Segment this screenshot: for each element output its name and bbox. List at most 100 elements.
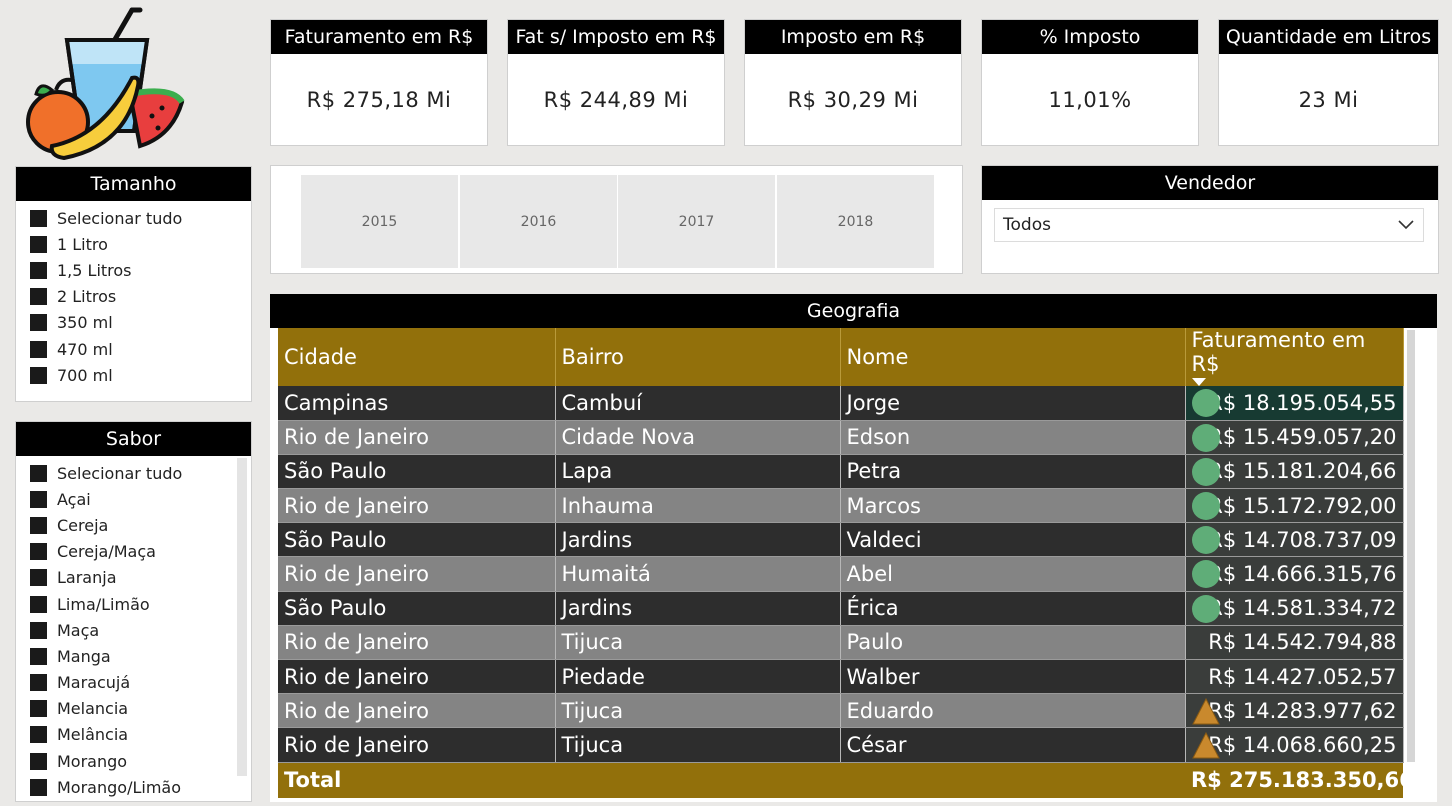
checkbox-icon[interactable] — [30, 261, 47, 279]
cell-bairro: Lapa — [555, 454, 841, 490]
vendedor-slicer: Vendedor Todos — [981, 165, 1439, 274]
tamanho-slicer: Tamanho Selecionar tudo 1 Litro 1,5 Litr… — [15, 166, 252, 402]
checkbox-icon[interactable] — [30, 778, 47, 796]
kpi-value: R$ 244,89 Mi — [543, 88, 689, 112]
table-row[interactable]: Rio de Janeiro Piedade Walber R$ 14.427.052… — [278, 659, 1404, 695]
cell-bairro: Jardins — [555, 591, 841, 626]
checkbox-icon[interactable] — [30, 516, 47, 534]
checkbox-icon[interactable] — [30, 752, 47, 770]
slicer-item-selecionar-tudo[interactable]: Selecionar tudo — [30, 205, 251, 231]
checkbox-icon[interactable] — [30, 569, 47, 587]
cell-nome: Jorge — [840, 386, 1186, 421]
column-header-nome[interactable]: Nome — [840, 328, 1186, 386]
cell-cidade: Rio de Janeiro — [278, 556, 556, 592]
checkbox-icon[interactable] — [30, 314, 47, 332]
table-row[interactable]: Rio de Janeiro Tijuca Eduardo R$ 14.283.977… — [278, 693, 1404, 729]
slicer-item-lima-limao[interactable]: Lima/Limão — [30, 591, 251, 617]
year-tile-2017[interactable]: 2017 — [618, 175, 775, 268]
slicer-item-selecionar-tudo[interactable]: Selecionar tudo — [30, 460, 251, 486]
sabor-scrollbar[interactable] — [237, 458, 247, 776]
status-circle-icon — [1191, 526, 1220, 555]
slicer-item-melancia[interactable]: Melancia — [30, 696, 251, 722]
checkbox-icon[interactable] — [30, 366, 47, 384]
kpi-value: 11,01% — [1048, 88, 1132, 112]
table-row[interactable]: Campinas Cambuí Jorge R$ 18.195.054,55 — [278, 386, 1404, 421]
column-header-bairro[interactable]: Bairro — [555, 328, 841, 386]
slicer-item-maracuja[interactable]: Maracujá — [30, 670, 251, 696]
slicer-item-manga[interactable]: Manga — [30, 643, 251, 669]
cell-bairro: Cambuí — [555, 386, 841, 421]
checkbox-icon[interactable] — [30, 209, 47, 227]
checkbox-icon[interactable] — [30, 340, 47, 358]
slicer-item-350-ml[interactable]: 350 ml — [30, 310, 251, 336]
slicer-item-morango-limao[interactable]: Morango/Limão — [30, 774, 251, 800]
cell-bairro: Tijuca — [555, 625, 841, 661]
checkbox-icon[interactable] — [30, 700, 47, 718]
checkbox-icon[interactable] — [30, 595, 47, 613]
cell-cidade: Rio de Janeiro — [278, 488, 556, 524]
kpi-faturamento-card: Faturamento em R$ R$ 275,18 Mi — [270, 19, 488, 146]
table-row[interactable]: São Paulo Jardins Érica R$ 14.581.334,72 — [278, 591, 1404, 626]
kpi-imposto-card: Imposto em R$ R$ 30,29 Mi — [744, 19, 962, 146]
faturamento-value: R$ 15.172.792,00 — [1208, 493, 1397, 518]
slicer-item-700-ml[interactable]: 700 ml — [30, 362, 251, 388]
sort-descending-icon[interactable] — [1191, 378, 1206, 386]
slicer-item-acai[interactable]: Açai — [30, 486, 251, 512]
slicer-item-cereja-maca[interactable]: Cereja/Maça — [30, 539, 251, 565]
chevron-down-icon — [1398, 220, 1414, 230]
checkbox-icon[interactable] — [30, 621, 47, 639]
checkbox-icon[interactable] — [30, 726, 47, 744]
checkbox-icon[interactable] — [30, 235, 47, 253]
cell-nome: Valdeci — [840, 522, 1186, 558]
cell-cidade: São Paulo — [278, 522, 556, 558]
cell-faturamento: R$ 15.181.204,66 — [1185, 454, 1404, 490]
slicer-item-1-5-litros[interactable]: 1,5 Litros — [30, 257, 251, 283]
checkbox-icon[interactable] — [30, 543, 47, 561]
table-total-row: Total R$ 275.183.350,66 — [278, 762, 1403, 799]
sabor-slicer: Sabor Selecionar tudo Açai Cereja Cereja… — [15, 421, 252, 802]
slicer-item-2-litros[interactable]: 2 Litros — [30, 284, 251, 310]
year-tile-2016[interactable]: 2016 — [460, 175, 617, 268]
column-header-cidade[interactable]: Cidade — [278, 328, 556, 386]
table-row[interactable]: Rio de Janeiro Humaitá Abel R$ 14.666.315,7… — [278, 556, 1404, 592]
total-value: R$ 275.183.350,66 — [1185, 762, 1403, 799]
table-row[interactable]: São Paulo Jardins Valdeci R$ 14.708.737,09 — [278, 522, 1404, 558]
slicer-item-maca[interactable]: Maça — [30, 617, 251, 643]
faturamento-value: R$ 14.708.737,09 — [1208, 527, 1397, 552]
column-header-faturamento[interactable]: Faturamento em R$ — [1185, 328, 1404, 386]
table-scrollbar[interactable] — [1407, 330, 1415, 762]
checkbox-icon[interactable] — [30, 490, 47, 508]
kpi-title: % Imposto — [982, 20, 1198, 54]
table-row[interactable]: Rio de Janeiro Inhauma Marcos R$ 15.172.792… — [278, 488, 1404, 524]
year-tile-2018[interactable]: 2018 — [777, 175, 934, 268]
vendedor-dropdown[interactable]: Todos — [994, 208, 1424, 242]
checkbox-icon[interactable] — [30, 288, 47, 306]
cell-nome: Eduardo — [840, 693, 1186, 729]
slicer-item-cereja[interactable]: Cereja — [30, 512, 251, 538]
cell-cidade: Rio de Janeiro — [278, 420, 556, 455]
cell-faturamento: R$ 18.195.054,55 — [1185, 386, 1404, 421]
checkbox-icon[interactable] — [30, 464, 47, 482]
status-circle-icon — [1191, 423, 1220, 452]
slicer-item-melancia-2[interactable]: Melância — [30, 722, 251, 748]
table-row[interactable]: São Paulo Lapa Petra R$ 15.181.204,66 — [278, 454, 1404, 490]
table-row[interactable]: Rio de Janeiro Tijuca Paulo R$ 14.542.794,8… — [278, 625, 1404, 661]
geografia-table-container: Cidade Bairro Nome Faturamento em R$ Cam… — [270, 328, 1437, 802]
cell-nome: Walber — [840, 659, 1186, 695]
checkbox-icon[interactable] — [30, 674, 47, 692]
year-tile-2015[interactable]: 2015 — [301, 175, 458, 268]
faturamento-value: R$ 14.068.660,25 — [1208, 732, 1397, 757]
slicer-item-laranja[interactable]: Laranja — [30, 565, 251, 591]
faturamento-value: R$ 14.666.315,76 — [1208, 562, 1397, 587]
table-row[interactable]: Rio de Janeiro Tijuca César R$ 14.068.660,2… — [278, 727, 1404, 763]
checkbox-icon[interactable] — [30, 647, 47, 665]
slicer-item-470-ml[interactable]: 470 ml — [30, 336, 251, 362]
column-header-label: Faturamento em R$ — [1191, 328, 1366, 376]
slicer-item-morango[interactable]: Morango — [30, 748, 251, 774]
table-row[interactable]: Rio de Janeiro Cidade Nova Edson R$ 15.459.… — [278, 420, 1404, 455]
cell-bairro: Tijuca — [555, 693, 841, 729]
slicer-item-1-litro[interactable]: 1 Litro — [30, 231, 251, 257]
year-slicer: 2015 2016 2017 2018 — [270, 165, 963, 274]
cell-cidade: Rio de Janeiro — [278, 693, 556, 729]
cell-bairro: Humaitá — [555, 556, 841, 592]
